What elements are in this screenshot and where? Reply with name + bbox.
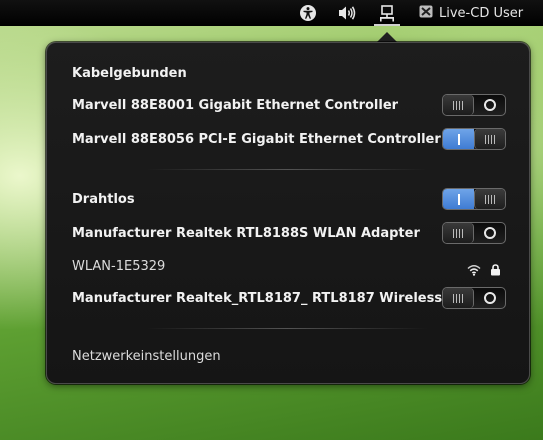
accessibility-icon[interactable] xyxy=(297,3,319,23)
wireless-device-1-label[interactable]: Manufacturer Realtek RTL8188S WLAN Adapt… xyxy=(72,226,420,241)
wired-heading: Kabelgebunden xyxy=(72,66,187,81)
switch-off-indicator xyxy=(474,95,505,115)
wireless-switch[interactable] xyxy=(442,188,506,210)
user-icon xyxy=(419,5,433,22)
user-menu[interactable]: Live-CD User xyxy=(419,3,523,23)
switch-knob xyxy=(474,189,505,209)
switch-knob xyxy=(474,129,505,149)
wifi-network-status xyxy=(467,261,501,280)
wired-device-1-label[interactable]: Marvell 88E8001 Gigabit Ethernet Control… xyxy=(72,98,398,113)
lock-icon xyxy=(490,261,501,280)
user-name: Live-CD User xyxy=(439,5,524,21)
switch-knob xyxy=(443,288,474,308)
volume-icon[interactable] xyxy=(336,3,358,23)
wired-device-2-switch[interactable] xyxy=(442,128,506,150)
wifi-signal-icon xyxy=(467,261,481,280)
wireless-heading: Drahtlos xyxy=(72,192,135,207)
switch-knob xyxy=(443,223,474,243)
separator xyxy=(147,328,427,329)
wifi-network-item[interactable]: WLAN-1E5329 xyxy=(72,259,165,274)
switch-off-indicator xyxy=(474,288,505,308)
network-menu: Kabelgebunden Marvell 88E8001 Gigabit Et… xyxy=(46,42,530,384)
switch-on-indicator xyxy=(443,129,474,149)
separator xyxy=(147,169,427,170)
wireless-device-2-label[interactable]: Manufacturer Realtek_RTL8187_ RTL8187 Wi… xyxy=(72,291,442,306)
wireless-device-1-switch[interactable] xyxy=(442,222,506,244)
network-settings-link[interactable]: Netzwerkeinstellungen xyxy=(72,349,221,364)
wired-device-1-switch[interactable] xyxy=(442,94,506,116)
switch-on-indicator xyxy=(443,189,474,209)
switch-knob xyxy=(443,95,474,115)
wired-device-2-label[interactable]: Marvell 88E8056 PCI-E Gigabit Ethernet C… xyxy=(72,132,441,147)
wireless-device-2-switch[interactable] xyxy=(442,287,506,309)
network-wired-icon[interactable] xyxy=(374,2,400,26)
switch-off-indicator xyxy=(474,223,505,243)
top-bar: Live-CD User xyxy=(0,0,543,26)
